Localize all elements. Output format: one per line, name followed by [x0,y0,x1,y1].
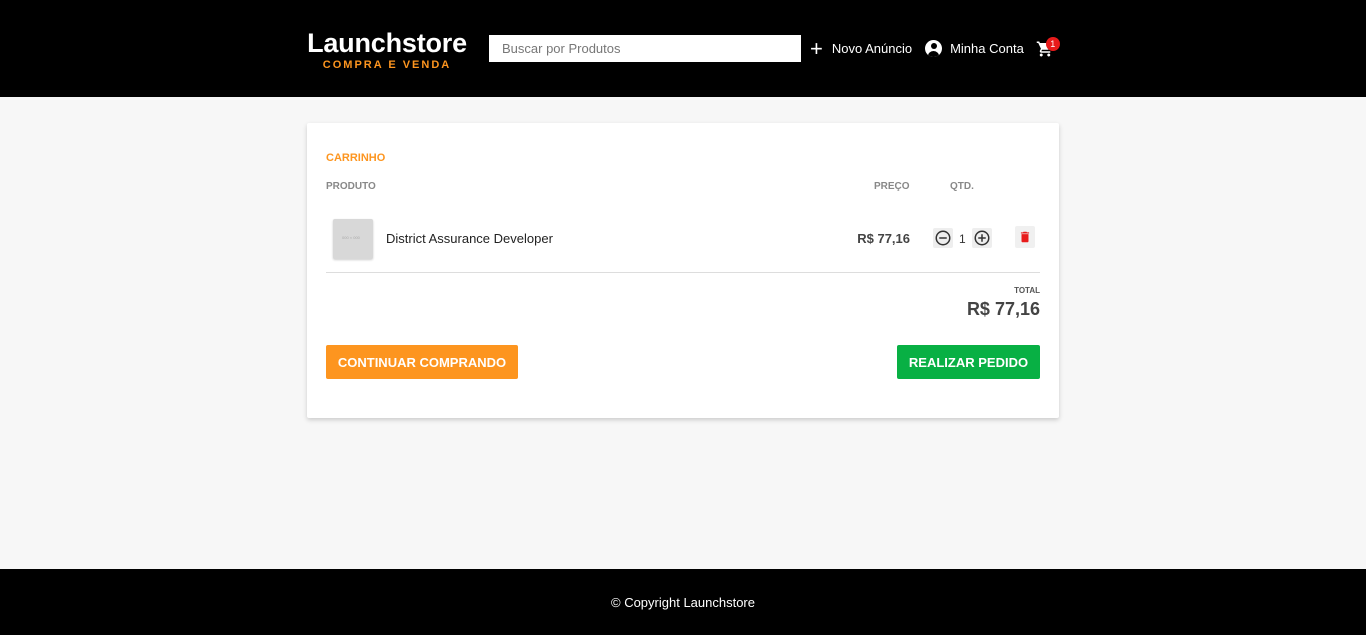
my-account-link[interactable]: Minha Conta [925,40,1024,57]
logo-subtitle: COMPRA E VENDA [322,58,452,71]
cart-item-row: 000 × 000 District Assurance Developer R… [326,218,1040,273]
increase-quantity-button[interactable] [972,228,992,248]
new-ad-label: Novo Anúncio [831,41,913,56]
total-label: TOTAL [1014,286,1040,295]
account-circle-icon [925,40,943,57]
trash-icon [1020,231,1030,243]
my-account-label: Minha Conta [950,41,1024,56]
product-price: R$ 77,16 [857,231,910,246]
remove-item-button[interactable] [1015,226,1035,248]
thumbnail-placeholder-text: 000 × 000 [342,235,360,240]
continue-shopping-button[interactable]: CONTINUAR COMPRANDO [326,345,518,379]
new-ad-link[interactable]: + Novo Anúncio [810,35,913,61]
cart-card: CARRINHO PRODUTO PREÇO QTD. 000 × 000 Di… [307,123,1059,418]
plus-icon: + [810,35,823,61]
column-header-quantity: QTD. [950,181,974,192]
column-header-price: PREÇO [874,181,910,192]
site-header: Launchstore COMPRA E VENDA + Novo Anúnci… [0,0,1366,97]
header-container: Launchstore COMPRA E VENDA + Novo Anúnci… [307,0,1060,97]
product-thumbnail[interactable]: 000 × 000 [333,219,373,259]
site-footer: © Copyright Launchstore [0,569,1366,635]
total-value: R$ 77,16 [966,299,1040,319]
copyright-text: © Copyright Launchstore [611,594,755,610]
cart-count-badge: 1 [1045,36,1060,51]
product-name[interactable]: District Assurance Developer [386,231,553,246]
column-header-product: PRODUTO [326,181,376,192]
remove-circle-outline-icon [935,230,951,246]
cart-title: CARRINHO [326,152,386,164]
place-order-button[interactable]: REALIZAR PEDIDO [897,345,1040,379]
decrease-quantity-button[interactable] [933,228,953,248]
logo[interactable]: Launchstore COMPRA E VENDA [307,28,467,72]
add-circle-outline-icon [974,230,990,246]
divider [326,272,1040,273]
logo-title[interactable]: Launchstore [307,28,467,58]
quantity-value: 1 [959,232,966,246]
search-input[interactable] [489,35,801,62]
cart-link[interactable]: 1 [1036,36,1060,59]
